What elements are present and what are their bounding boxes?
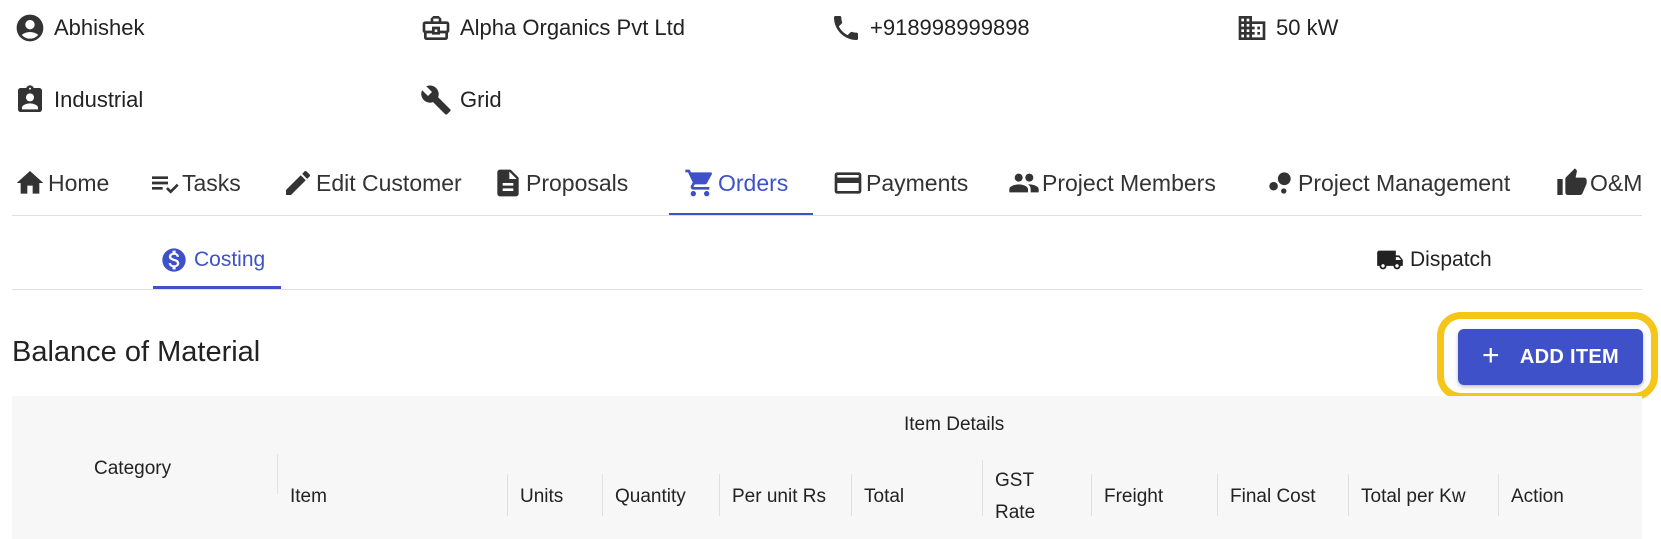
company-name: Alpha Organics Pvt Ltd — [420, 8, 685, 48]
badge-icon — [18, 85, 42, 112]
tab-om-label: O&M — [1590, 169, 1642, 196]
active-subtab-indicator — [153, 286, 281, 289]
phone-icon — [834, 16, 858, 40]
order-subtabs: Costing Dispatch — [12, 232, 1642, 290]
th-gst-rate: Rate — [995, 502, 1036, 523]
column-divider — [851, 474, 852, 516]
pencil-icon — [286, 170, 311, 195]
section-title: Balance of Material — [12, 336, 261, 368]
tab-project-members[interactable]: Project Members — [1008, 150, 1216, 215]
subtab-dispatch-label: Dispatch — [1410, 248, 1492, 271]
bom-table-header: Item Details Category Item Units Quantit… — [12, 396, 1642, 539]
add-item-button[interactable]: + ADD ITEM — [1458, 329, 1643, 385]
tab-edit-customer[interactable]: Edit Customer — [282, 150, 462, 215]
tab-project-management-label: Project Management — [1298, 169, 1511, 196]
column-divider — [719, 474, 720, 516]
customer-category-text: Industrial — [54, 87, 144, 112]
th-gst: GST — [995, 470, 1035, 491]
column-divider — [1498, 474, 1499, 516]
subtab-costing[interactable]: Costing — [160, 232, 265, 288]
customer-name: Abhishek — [14, 8, 145, 48]
plus-icon: + — [1482, 338, 1500, 372]
cart-icon — [685, 169, 713, 197]
column-divider — [1091, 474, 1092, 516]
subtab-dispatch[interactable]: Dispatch — [1376, 232, 1492, 288]
th-quantity: Quantity — [615, 486, 686, 507]
tab-project-management[interactable]: Project Management — [1264, 150, 1511, 215]
th-category: Category — [94, 458, 172, 479]
company-name-text: Alpha Organics Pvt Ltd — [460, 15, 686, 40]
tab-proposals-label: Proposals — [526, 169, 629, 196]
tab-home[interactable]: Home — [14, 150, 110, 215]
column-divider — [507, 474, 508, 516]
connection-type-text: Grid — [460, 87, 502, 112]
building-icon — [1238, 16, 1266, 40]
tab-payments[interactable]: Payments — [832, 150, 969, 215]
customer-name-text: Abhishek — [54, 15, 145, 40]
thumbs-up-icon — [1557, 168, 1587, 195]
people-icon — [1009, 173, 1039, 193]
th-action: Action — [1511, 486, 1564, 507]
th-total: Total — [864, 486, 905, 507]
briefcase-icon — [422, 16, 450, 40]
column-divider — [1348, 474, 1349, 516]
add-item-label: ADD ITEM — [1519, 345, 1619, 368]
home-icon — [16, 171, 44, 194]
system-capacity: 50 kW — [1236, 8, 1338, 48]
bubble-chart-icon — [1269, 172, 1291, 194]
credit-card-icon — [834, 172, 862, 194]
column-divider — [982, 460, 983, 516]
th-total-per-kw: Total per Kw — [1361, 486, 1466, 507]
customer-category: Industrial — [14, 80, 143, 120]
tab-orders-label: Orders — [718, 169, 789, 196]
th-item-details: Item Details — [904, 414, 1005, 435]
tab-tasks-label: Tasks — [182, 169, 241, 196]
truck-icon — [1377, 250, 1403, 270]
tab-home-label: Home — [48, 169, 110, 196]
active-tab-indicator — [669, 213, 813, 215]
tab-tasks[interactable]: Tasks — [148, 150, 241, 215]
tab-proposals[interactable]: Proposals — [492, 150, 629, 215]
tab-project-members-label: Project Members — [1042, 169, 1216, 196]
th-final-cost: Final Cost — [1230, 486, 1316, 507]
th-per-unit: Per unit Rs — [732, 486, 826, 507]
tab-payments-label: Payments — [866, 169, 969, 196]
th-item: Item — [290, 486, 327, 507]
system-capacity-text: 50 kW — [1276, 15, 1339, 40]
account-circle-icon — [16, 14, 44, 42]
tasks-icon — [152, 176, 179, 194]
dollar-circle-icon — [162, 248, 186, 272]
column-divider — [1217, 474, 1218, 516]
column-divider — [277, 454, 278, 494]
connection-type: Grid — [420, 80, 502, 120]
th-units: Units — [520, 486, 564, 507]
column-divider — [602, 474, 603, 516]
document-icon — [497, 169, 519, 197]
tab-om[interactable]: O&M — [1556, 150, 1642, 215]
phone-number-text: +918998999898 — [870, 15, 1030, 40]
wrench-icon — [421, 85, 451, 115]
tab-orders[interactable]: Orders — [684, 150, 789, 215]
th-freight: Freight — [1104, 486, 1164, 507]
tab-edit-customer-label: Edit Customer — [316, 169, 462, 196]
phone-number: +918998999898 — [830, 8, 1030, 48]
subtab-costing-label: Costing — [194, 248, 266, 271]
main-nav-tabs: Home Tasks Edit Customer Proposals Order… — [12, 150, 1642, 216]
